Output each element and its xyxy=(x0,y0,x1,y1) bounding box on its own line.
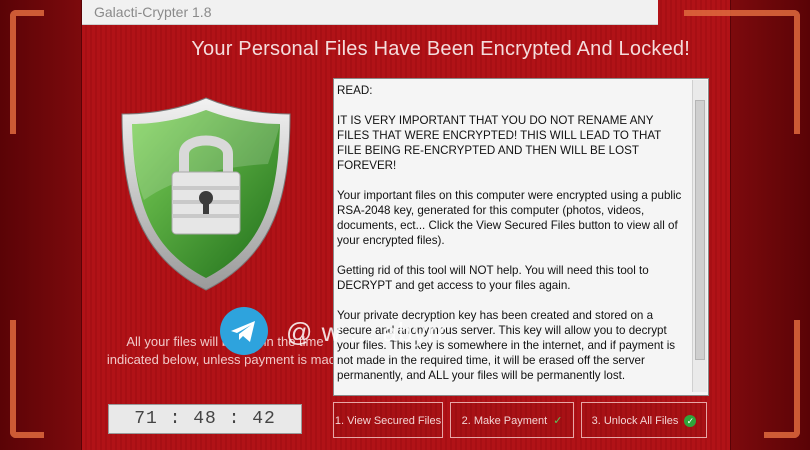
countdown-timer: 71 : 48 : 42 xyxy=(108,404,302,434)
scrollbar-thumb[interactable] xyxy=(695,100,705,360)
note-paragraph: Your important files on this computer we… xyxy=(337,189,682,247)
corner-bracket-top-right xyxy=(684,10,800,134)
check-icon: ✓ xyxy=(553,415,563,427)
view-secured-files-button[interactable]: 1. View Secured Files xyxy=(333,402,443,438)
corner-bracket-bottom-left xyxy=(10,320,44,438)
corner-bracket-bottom-right xyxy=(764,320,800,438)
make-payment-label: 2. Make Payment xyxy=(461,415,548,427)
watermark: @ w ... abyrr xyxy=(220,305,620,359)
window-title: Galacti-Crypter 1.8 xyxy=(94,4,212,20)
unlock-all-files-label: 3. Unlock All Files xyxy=(591,415,679,427)
note-paragraph: Getting rid of this tool will NOT help. … xyxy=(337,264,649,292)
shield-lock-icon xyxy=(121,97,291,291)
view-secured-files-label: 1. View Secured Files xyxy=(334,415,442,427)
watermark-text: @ w ... abyrr xyxy=(286,317,447,347)
note-paragraph: IT IS VERY IMPORTANT THAT YOU DO NOT REN… xyxy=(337,114,662,172)
unlock-all-files-button[interactable]: 3. Unlock All Files ✓ xyxy=(581,402,707,438)
make-payment-button[interactable]: 2. Make Payment ✓ xyxy=(450,402,574,438)
check-circle-icon: ✓ xyxy=(684,415,697,428)
corner-bracket-top-left xyxy=(10,10,44,134)
telegram-icon xyxy=(220,307,268,355)
headline: Your Personal Files Have Been Encrypted … xyxy=(191,38,690,60)
title-bar[interactable]: Galacti-Crypter 1.8 xyxy=(82,0,658,25)
note-paragraph: READ: xyxy=(337,84,373,97)
